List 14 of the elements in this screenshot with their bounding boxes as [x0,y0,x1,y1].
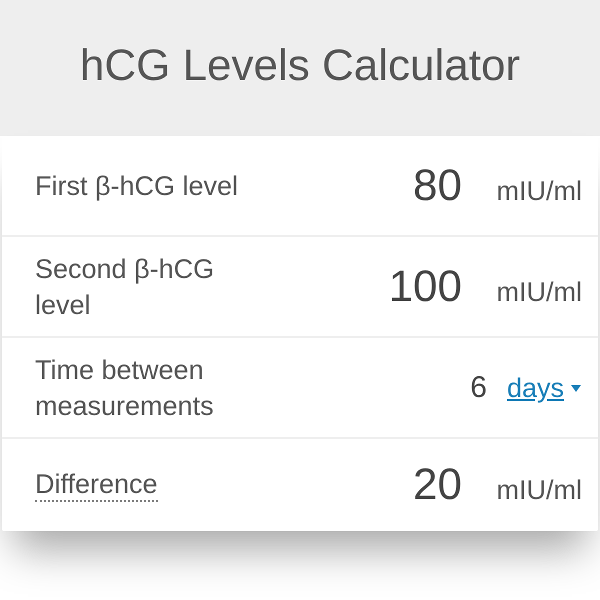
unit-label: mIU/ml [496,176,582,206]
calculator-title: hCG Levels Calculator [80,41,520,92]
field-label: First β-hCG level [35,170,238,203]
field-label: Difference [35,468,158,502]
value-field[interactable]: 6 [470,370,487,404]
field-label: Time between measurements [35,354,215,422]
unit-label: mIU/ml [496,475,582,506]
unit-dropdown[interactable]: days [506,372,582,404]
value-field[interactable]: 20 [413,460,462,510]
unit-label: mIU/ml [496,276,582,308]
value-field[interactable]: 100 [388,262,462,312]
value-field[interactable]: 80 [413,160,462,210]
field-label: Second β-hCG level [35,252,216,322]
caret-icon [570,383,582,393]
